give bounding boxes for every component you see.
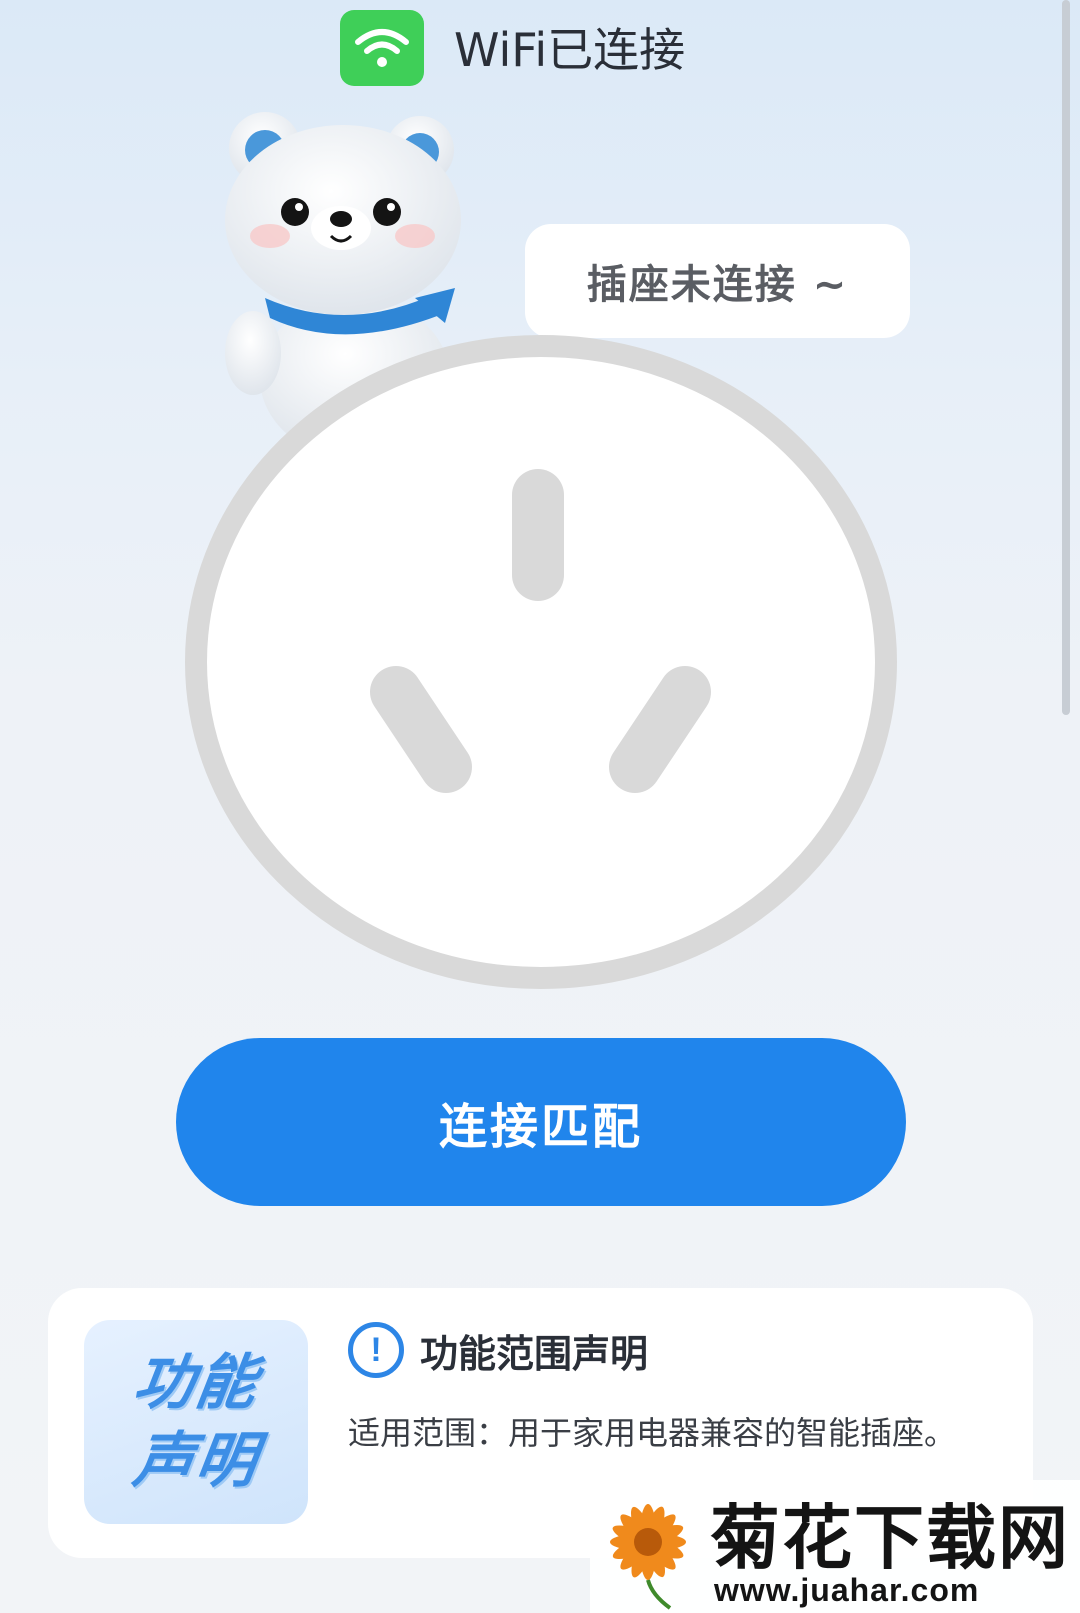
notice-description: 适用范围：用于家用电器兼容的智能插座。 xyxy=(348,1414,957,1452)
badge-line-2: 声明 xyxy=(129,1426,263,1496)
watermark: 菊花下载网 www.juahar.com xyxy=(590,1480,1080,1613)
connect-pair-label: 连接匹配 xyxy=(438,1101,643,1154)
connect-pair-button[interactable]: 连接匹配 xyxy=(176,1038,906,1206)
bubble-text: 插座未连接 ~ xyxy=(586,262,849,308)
notice-header: ! 功能范围声明 xyxy=(348,1322,648,1378)
connection-status-bubble: 插座未连接 ~ xyxy=(525,224,910,338)
wifi-status-badge xyxy=(340,10,424,86)
watermark-url: www.juahar.com xyxy=(714,1572,980,1608)
power-socket-icon[interactable] xyxy=(180,330,902,994)
wifi-icon xyxy=(355,29,409,67)
notice-title: 功能范围声明 xyxy=(420,1331,649,1376)
chrysanthemum-flower-icon xyxy=(610,1504,686,1610)
badge-line-1: 功能 xyxy=(129,1348,263,1418)
wifi-status-label: WiFi已连接 xyxy=(454,23,686,77)
info-icon: ! xyxy=(348,1322,404,1378)
scrollbar[interactable] xyxy=(1062,0,1070,715)
watermark-title: 菊花下载网 xyxy=(710,1497,1070,1579)
feature-notice-badge: 功能 声明 xyxy=(84,1320,308,1524)
